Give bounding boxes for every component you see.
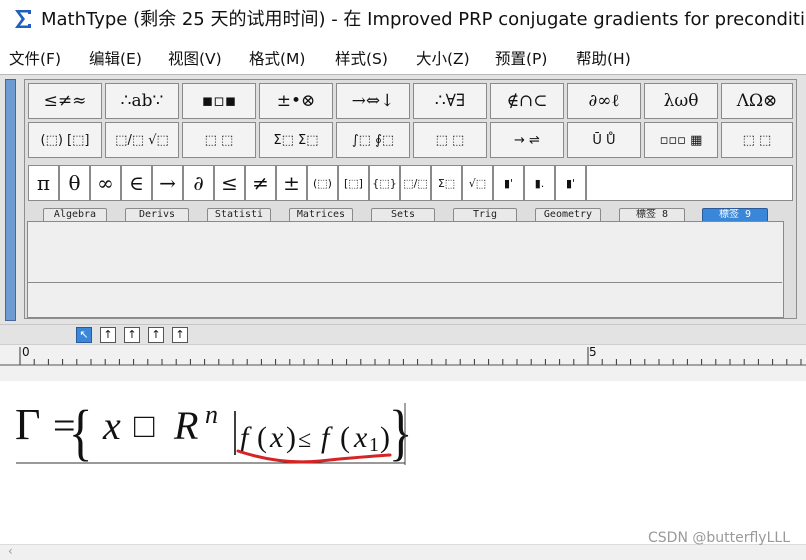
template-braces[interactable]: {⬚} (369, 165, 400, 201)
title-bar: MathType (剩余 25 天的试用时间) - 在 Improved PRP… (0, 0, 806, 40)
palette-logical[interactable]: ∴∀∃ (413, 83, 487, 119)
template-subscript[interactable]: ▮. (524, 165, 555, 201)
menu-file[interactable]: 文件(F) (9, 49, 61, 69)
palette-boxes[interactable]: ⬚ ⬚ (721, 122, 793, 158)
small-toolbar-button-3[interactable]: ↑ (124, 327, 140, 343)
formula-n-superscript: n (205, 400, 218, 429)
palette-operators[interactable]: ±•⊗ (259, 83, 333, 119)
palette-relations[interactable]: ≤≠≈ (28, 83, 102, 119)
toolbar-grip-handle[interactable] (5, 79, 16, 321)
palette-greek-upper[interactable]: ΛΩ⊗ (721, 83, 793, 119)
palette-fractions-radicals[interactable]: ⬚/⬚ √⬚ (105, 122, 179, 158)
formula-x2: x (353, 421, 368, 454)
menu-bar: 文件(F) 编辑(E) 视图(V) 格式(M) 样式(S) 大小(Z) 预置(P… (0, 45, 806, 73)
symbol-element-of[interactable]: ∈ (121, 165, 152, 201)
symbol-infinity[interactable]: ∞ (90, 165, 121, 201)
menu-format[interactable]: 格式(M) (249, 49, 305, 69)
ruler: 0 5 (0, 344, 806, 382)
palette-summations[interactable]: Σ⬚ Σ⬚ (259, 122, 333, 158)
palette-matrices[interactable]: ▫▫▫ ▦ (644, 122, 718, 158)
palette-greek-lower[interactable]: λωθ (644, 83, 718, 119)
small-toolbar-button-2[interactable]: ↑ (100, 327, 116, 343)
tab-geometry[interactable]: Geometry (535, 208, 601, 222)
palette-arrows[interactable]: →⇔↓ (336, 83, 410, 119)
template-parentheses[interactable]: (⬚) (307, 165, 338, 201)
small-toolbar: ↖ ↑ ↑ ↑ ↑ (0, 324, 806, 345)
palette-misc-symbols[interactable]: ∂∞ℓ (567, 83, 641, 119)
small-toolbar-button-1[interactable]: ↖ (76, 327, 92, 343)
formula-subscript-1: 1 (369, 434, 379, 456)
formula-x-inner: x (269, 421, 284, 454)
symbol-pi[interactable]: π (28, 165, 59, 201)
palette-labeled-arrows[interactable]: → ⇌ (490, 122, 564, 158)
formula-placeholder: □ (134, 408, 155, 445)
formula-leq: ≤ (298, 427, 311, 453)
formula-gamma: Γ (15, 400, 40, 449)
tab-algebra[interactable]: Algebra (43, 208, 107, 222)
tab-label-8[interactable]: 標签 8 (619, 208, 685, 222)
template-fraction[interactable]: ⬚/⬚ (400, 165, 431, 201)
formula-x: x (102, 403, 121, 448)
menu-help[interactable]: 帮助(H) (576, 49, 631, 69)
template-summation[interactable]: Σ⬚ (431, 165, 462, 201)
tab-statistics[interactable]: Statisti (207, 208, 271, 222)
palette-subscripts[interactable]: ⬚ ⬚ (182, 122, 256, 158)
symbol-leq[interactable]: ≤ (214, 165, 245, 201)
palette-spaces-ellipses[interactable]: ∴ab∵ (105, 83, 179, 119)
symbol-right-arrow[interactable]: → (152, 165, 183, 201)
menu-edit[interactable]: 编辑(E) (89, 49, 142, 69)
menu-view[interactable]: 视图(V) (168, 49, 222, 69)
scroll-left-arrow-icon[interactable]: ‹ (8, 544, 13, 558)
palette-integrals[interactable]: ∫⬚ ∮⬚ (336, 122, 410, 158)
symbol-plus-minus[interactable]: ± (276, 165, 307, 201)
small-toolbar-button-4[interactable]: ↑ (148, 327, 164, 343)
palette-fences[interactable]: (⬚) [⬚] (28, 122, 102, 158)
formula-left-brace: { (69, 399, 93, 467)
formula-lparen-2: ( (340, 421, 350, 454)
formula-R: R (173, 403, 198, 448)
palette-embellishments[interactable]: ▪▫▪ (182, 83, 256, 119)
symbol-neq[interactable]: ≠ (245, 165, 276, 201)
equation-canvas[interactable]: Γ = { x □ R n f ( x ) ≤ f ( x 1 ) } (0, 381, 806, 544)
symbol-bar-empty-area (586, 165, 793, 201)
tab-content-strip (27, 221, 784, 318)
menu-size[interactable]: 大小(Z) (416, 49, 470, 69)
formula-rparen-1: ) (286, 421, 296, 454)
menu-preferences[interactable]: 预置(P) (495, 49, 547, 69)
template-square-root[interactable]: √⬚ (462, 165, 493, 201)
window-title: MathType (剩余 25 天的试用时间) - 在 Improved PRP… (41, 9, 806, 30)
palette-set-theory[interactable]: ∉∩⊂ (490, 83, 564, 119)
formula: Γ = { x □ R n f ( x ) ≤ f ( x 1 ) } (15, 399, 413, 467)
mathtype-sigma-icon (12, 8, 34, 30)
watermark: CSDN @butterflyLLL (648, 530, 790, 546)
tab-matrices[interactable]: Matrices (289, 208, 353, 222)
toolbar-area: ≤≠≈ ∴ab∵ ▪▫▪ ±•⊗ →⇔↓ ∴∀∃ ∉∩⊂ ∂∞ℓ λωθ ΛΩ⊗… (0, 74, 806, 325)
template-brackets[interactable]: [⬚] (338, 165, 369, 201)
symbol-partial[interactable]: ∂ (183, 165, 214, 201)
symbol-theta[interactable]: θ (59, 165, 90, 201)
formula-right-brace: } (389, 399, 413, 467)
tab-trig[interactable]: Trig (453, 208, 517, 222)
template-superscript[interactable]: ▮' (493, 165, 524, 201)
small-toolbar-button-5[interactable]: ↑ (172, 327, 188, 343)
formula-f1: f (240, 421, 252, 454)
tab-label-9[interactable]: 標签 9 (702, 208, 768, 222)
formula-lparen-1: ( (257, 421, 267, 454)
palette-bars[interactable]: ⬚ ⬚ (413, 122, 487, 158)
ruler-ticks (0, 347, 806, 366)
formula-f2: f (321, 421, 333, 454)
tab-strip-divider (28, 282, 782, 283)
menu-style[interactable]: 样式(S) (335, 49, 388, 69)
toolbar-panel: ≤≠≈ ∴ab∵ ▪▫▪ ±•⊗ →⇔↓ ∴∀∃ ∉∩⊂ ∂∞ℓ λωθ ΛΩ⊗… (24, 79, 797, 319)
palette-products-sets[interactable]: Ū Ů (567, 122, 641, 158)
tab-sets[interactable]: Sets (371, 208, 435, 222)
template-sub-superscript[interactable]: ▮' (555, 165, 586, 201)
tab-derivs[interactable]: Derivs (125, 208, 189, 222)
horizontal-scrollbar[interactable]: ‹ (0, 544, 806, 560)
